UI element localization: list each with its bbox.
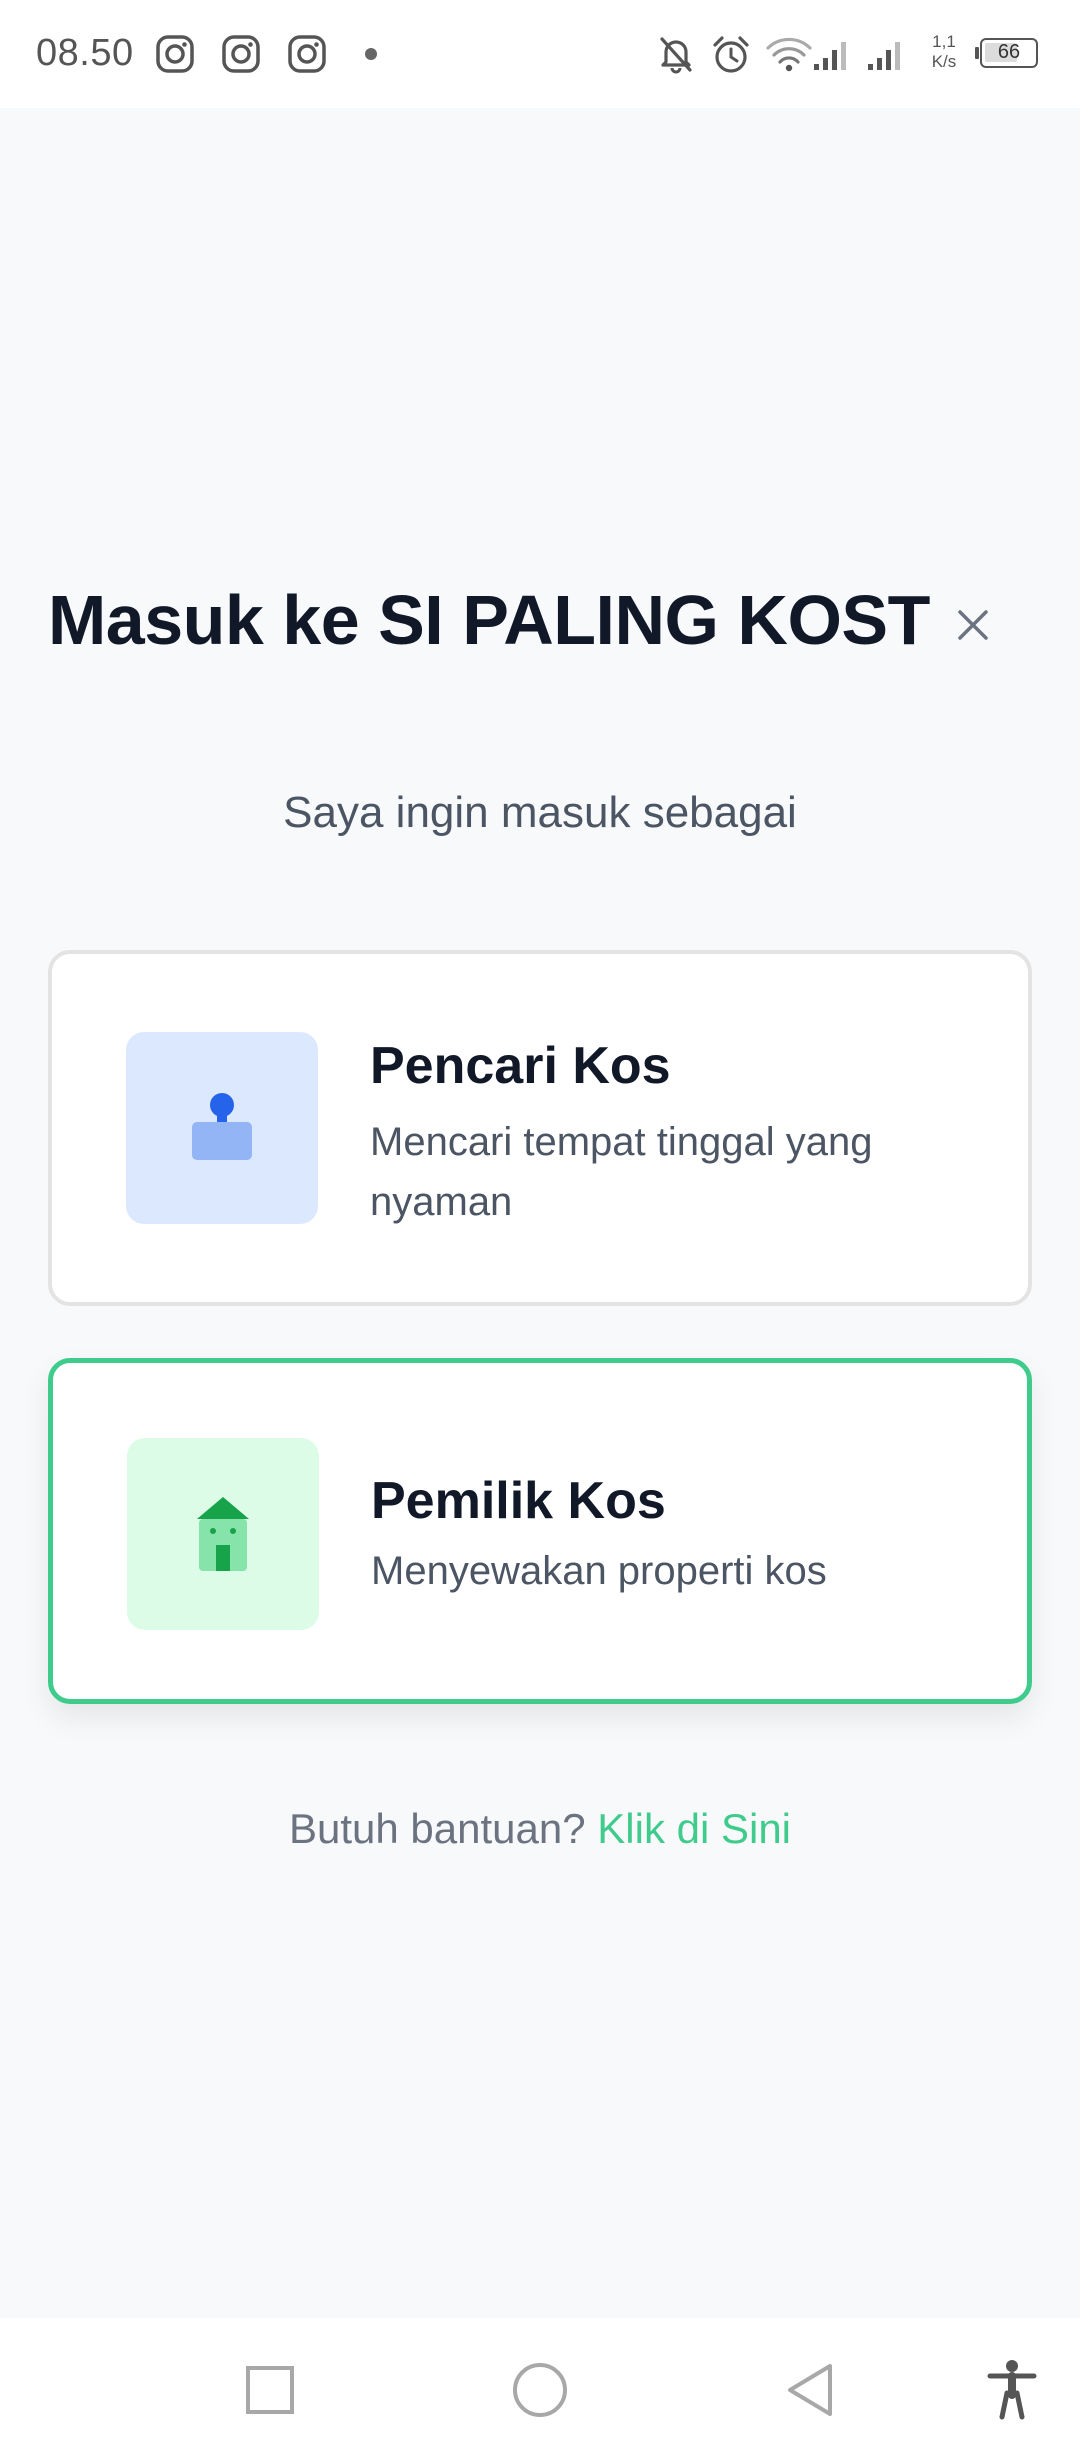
recents-button[interactable] [232, 2352, 308, 2428]
triangle-back-icon [788, 2364, 832, 2416]
instagram-icon [288, 35, 326, 73]
notification-dot [365, 48, 377, 60]
network-speed-value: 1,1 [932, 32, 956, 51]
close-button[interactable] [948, 600, 998, 650]
role-description: Menyewakan properti kos [371, 1549, 827, 1593]
status-bar: 08.50 1,1 K/s 66 [0, 0, 1080, 108]
circle-icon [513, 2363, 567, 2417]
wifi-icon [766, 37, 812, 72]
close-icon [958, 610, 988, 640]
role-icon-box [126, 1032, 318, 1224]
house-icon [197, 1497, 249, 1571]
battery-icon: 66 [980, 38, 1038, 68]
help-line: Butuh bantuan? Klik di Sini [0, 1805, 1080, 1853]
role-card-pemilik-kos[interactable]: Pemilik Kos Menyewakan properti kos [48, 1358, 1032, 1704]
home-button[interactable] [502, 2352, 578, 2428]
network-speed: 1,1 K/s [928, 32, 960, 72]
bell-off-icon [660, 37, 692, 74]
accessibility-button[interactable] [974, 2352, 1050, 2428]
status-time: 08.50 [36, 32, 134, 74]
square-icon [246, 2366, 294, 2414]
back-button[interactable] [772, 2352, 848, 2428]
help-link[interactable]: Klik di Sini [597, 1805, 791, 1852]
person-icon [192, 1093, 252, 1160]
role-icon-box [127, 1438, 319, 1630]
role-description: Mencari tempat tinggal yang nyaman [370, 1120, 873, 1224]
help-prefix: Butuh bantuan? [288, 1805, 586, 1852]
role-title: Pencari Kos [370, 1037, 671, 1095]
battery-level: 66 [997, 41, 1021, 63]
alarm-icon [713, 36, 749, 73]
role-title: Pemilik Kos [371, 1472, 666, 1530]
navigation-bar [0, 2318, 1080, 2460]
role-card-pencari-kos[interactable]: Pencari Kos Mencari tempat tinggal yang … [48, 950, 1032, 1306]
network-speed-unit: K/s [931, 52, 957, 71]
page-title: Masuk ke SI PALING KOST [48, 581, 930, 659]
instagram-icon [156, 35, 194, 73]
accessibility-icon [987, 2360, 1037, 2420]
signal-icon [814, 42, 846, 70]
battery-cap [975, 47, 979, 59]
instagram-icon [222, 35, 260, 73]
role-prompt: Saya ingin masuk sebagai [283, 788, 797, 837]
signal-icon [868, 42, 900, 70]
